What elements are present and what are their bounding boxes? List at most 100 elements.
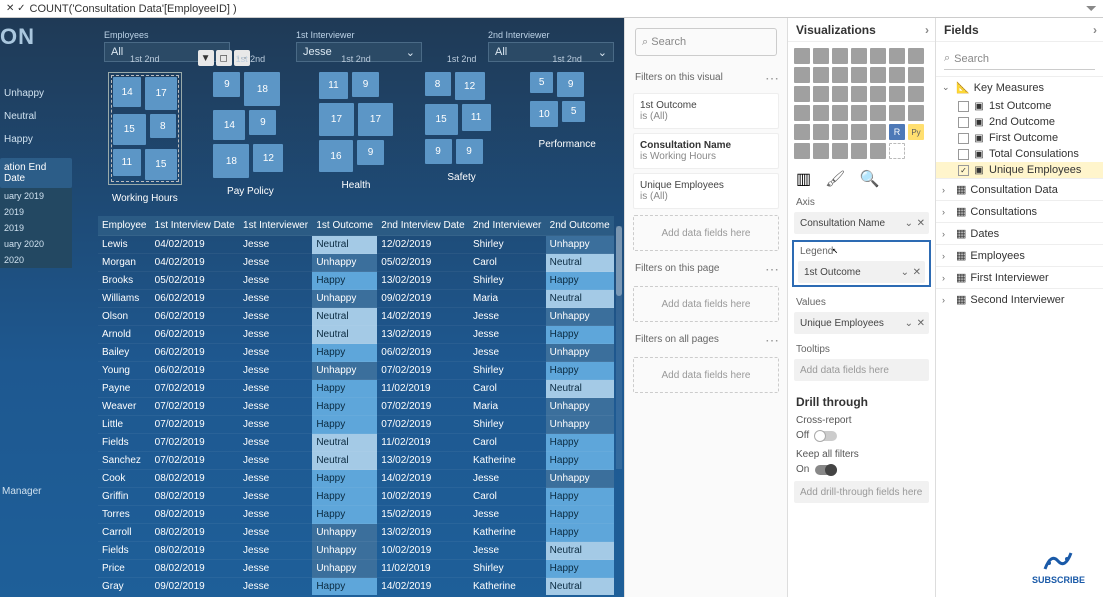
viz-type-icon[interactable] [813, 124, 829, 140]
treemap-cell[interactable]: 11 [319, 72, 348, 99]
treemap[interactable]: 59105 [530, 72, 604, 131]
table-row[interactable]: Olson06/02/2019JesseNeutral14/02/2019Jes… [98, 308, 614, 326]
viz-type-icon[interactable] [813, 67, 829, 83]
table-row[interactable]: Fields08/02/2019JesseUnhappy10/02/2019Je… [98, 542, 614, 560]
chart-performance[interactable]: 1st 2nd59105Performance [520, 54, 614, 202]
analytics-tab-icon[interactable]: 🔍 [859, 169, 879, 189]
fields-tab-icon[interactable]: ▥ [796, 169, 811, 189]
viz-type-icon[interactable] [889, 86, 905, 102]
treemap-cell[interactable]: 9 [357, 140, 384, 165]
table-header[interactable]: 1st Interviewer [239, 216, 312, 236]
viz-type-icon[interactable] [794, 86, 810, 102]
treemap-cell[interactable]: 5 [562, 101, 585, 122]
treemap-cell[interactable]: 12 [253, 144, 283, 172]
treemap-cell[interactable]: 9 [425, 139, 452, 164]
table-row[interactable]: Gray09/02/2019JesseHappy14/02/2019Kather… [98, 578, 614, 596]
viz-type-icon[interactable] [908, 105, 924, 121]
date-option[interactable]: 2019 [0, 220, 72, 236]
table-row[interactable]: Griffin08/02/2019JesseHappy10/02/2019Car… [98, 488, 614, 506]
filters-all-dropzone[interactable]: Add data fields here [633, 357, 779, 393]
table-row[interactable]: Williams06/02/2019JesseUnhappy09/02/2019… [98, 290, 614, 308]
drill-through-well[interactable]: Add drill-through fields here [794, 481, 929, 503]
treemap-cell[interactable]: 18 [244, 72, 280, 106]
viz-type-icon[interactable] [908, 48, 924, 64]
more-icon[interactable]: ⋯ [765, 261, 779, 278]
viz-type-icon[interactable] [870, 67, 886, 83]
viz-type-icon[interactable] [832, 124, 848, 140]
viz-type-icon[interactable] [851, 67, 867, 83]
treemap-cell[interactable]: 15 [145, 149, 177, 180]
viz-type-icon[interactable] [889, 105, 905, 121]
visualizations-header[interactable]: Visualizations› [788, 18, 935, 42]
viz-type-icon[interactable] [851, 105, 867, 121]
viz-type-icon[interactable] [813, 86, 829, 102]
chart-working-hours[interactable]: 1st 2nd14171581115▼◻⋯Working Hours [98, 54, 192, 202]
chevron-down-icon[interactable]: ⌄ [905, 318, 913, 329]
table-row[interactable]: Torres08/02/2019JesseHappy15/02/2019Jess… [98, 506, 614, 524]
data-table[interactable]: Employee1st Interview Date1st Interviewe… [98, 216, 614, 469]
checkbox[interactable] [958, 165, 969, 176]
viz-type-icon[interactable] [794, 67, 810, 83]
table-header[interactable]: 1st Outcome [312, 216, 377, 236]
treemap-cell[interactable]: 15 [113, 114, 146, 145]
viz-type-icon[interactable] [851, 124, 867, 140]
treemap-cell[interactable]: 15 [425, 104, 458, 135]
filters-page-dropzone[interactable]: Add data fields here [633, 286, 779, 322]
treemap-cell[interactable]: 14 [213, 110, 245, 140]
viz-type-icon[interactable] [908, 67, 924, 83]
treemap[interactable]: 9181491812 [213, 72, 287, 178]
treemap-cell[interactable]: 17 [145, 77, 176, 110]
viz-type-icon[interactable] [870, 105, 886, 121]
checkbox[interactable] [958, 101, 969, 112]
axis-well[interactable]: Consultation Name⌄✕ [794, 212, 929, 234]
treemap-cell[interactable]: 11 [113, 149, 141, 176]
viz-type-icon[interactable] [870, 86, 886, 102]
table-row[interactable]: Payne07/02/2019JesseHappy11/02/2019Carol… [98, 380, 614, 398]
treemap-cell[interactable]: 17 [358, 103, 393, 136]
treemap-cell[interactable]: 11 [462, 104, 491, 131]
table-row[interactable]: Young06/02/2019JesseUnhappy07/02/2019Shi… [98, 362, 614, 380]
viz-type-icon[interactable] [851, 143, 867, 159]
date-option[interactable]: uary 2019 [0, 188, 72, 204]
remove-icon[interactable]: ✕ [917, 318, 925, 329]
treemap[interactable]: 14171581115 [108, 72, 182, 185]
chart-health[interactable]: 1st 2nd1191717169Health [309, 54, 403, 202]
table-row[interactable]: Arnold06/02/2019JesseNeutral13/02/2019Je… [98, 326, 614, 344]
table-row[interactable]: Little07/02/2019JesseHappy07/02/2019Shir… [98, 416, 614, 434]
visualization-gallery[interactable]: RPy [788, 42, 935, 165]
chevron-down-icon[interactable]: ⌄ [901, 267, 909, 278]
tooltips-well[interactable]: Add data fields here [794, 359, 929, 381]
field-1st-outcome[interactable]: ▣1st Outcome [936, 98, 1103, 114]
treemap-cell[interactable]: 8 [425, 72, 451, 96]
treemap-cell[interactable]: 9 [352, 72, 379, 97]
treemap-cell[interactable]: 9 [557, 72, 584, 97]
formula-bar[interactable]: ✕ ✓ COUNT('Consultation Data'[EmployeeID… [0, 0, 1103, 18]
table-header[interactable]: 2nd Interviewer [469, 216, 546, 236]
treemap-cell[interactable]: 12 [455, 72, 485, 100]
report-canvas[interactable]: ON Employees All⌄1st Interviewer Jesse⌄2… [0, 18, 624, 597]
viz-type-icon[interactable] [794, 143, 810, 159]
table-employees[interactable]: ›▦Employees [936, 245, 1103, 266]
table-row[interactable]: Fields07/02/2019JesseNeutral11/02/2019Ca… [98, 434, 614, 452]
treemap-cell[interactable]: 5 [530, 72, 553, 93]
treemap-cell[interactable]: 8 [150, 114, 176, 138]
checkbox[interactable] [958, 117, 969, 128]
viz-type-icon[interactable] [870, 124, 886, 140]
viz-type-icon[interactable] [832, 105, 848, 121]
field-unique-employees[interactable]: ▣Unique Employees [936, 162, 1103, 178]
fields-header[interactable]: Fields› [936, 18, 1103, 42]
chart-safety[interactable]: 1st 2nd812151199Safety [415, 54, 509, 202]
field-format-tabs[interactable]: ▥ 🖌 🔍 [788, 165, 935, 193]
treemap[interactable]: 1191717169 [319, 72, 393, 172]
format-tab-icon[interactable]: 🖌 [825, 169, 845, 189]
treemap-cell[interactable]: 10 [530, 101, 558, 127]
viz-type-icon[interactable] [851, 86, 867, 102]
viz-type-icon[interactable] [832, 143, 848, 159]
viz-type-icon[interactable] [794, 48, 810, 64]
viz-type-icon[interactable] [794, 105, 810, 121]
viz-type-icon[interactable] [813, 105, 829, 121]
viz-type-icon[interactable] [794, 124, 810, 140]
table-header[interactable]: 1st Interview Date [151, 216, 239, 236]
viz-type-icon[interactable] [889, 67, 905, 83]
treemap-cell[interactable]: 9 [249, 110, 276, 135]
